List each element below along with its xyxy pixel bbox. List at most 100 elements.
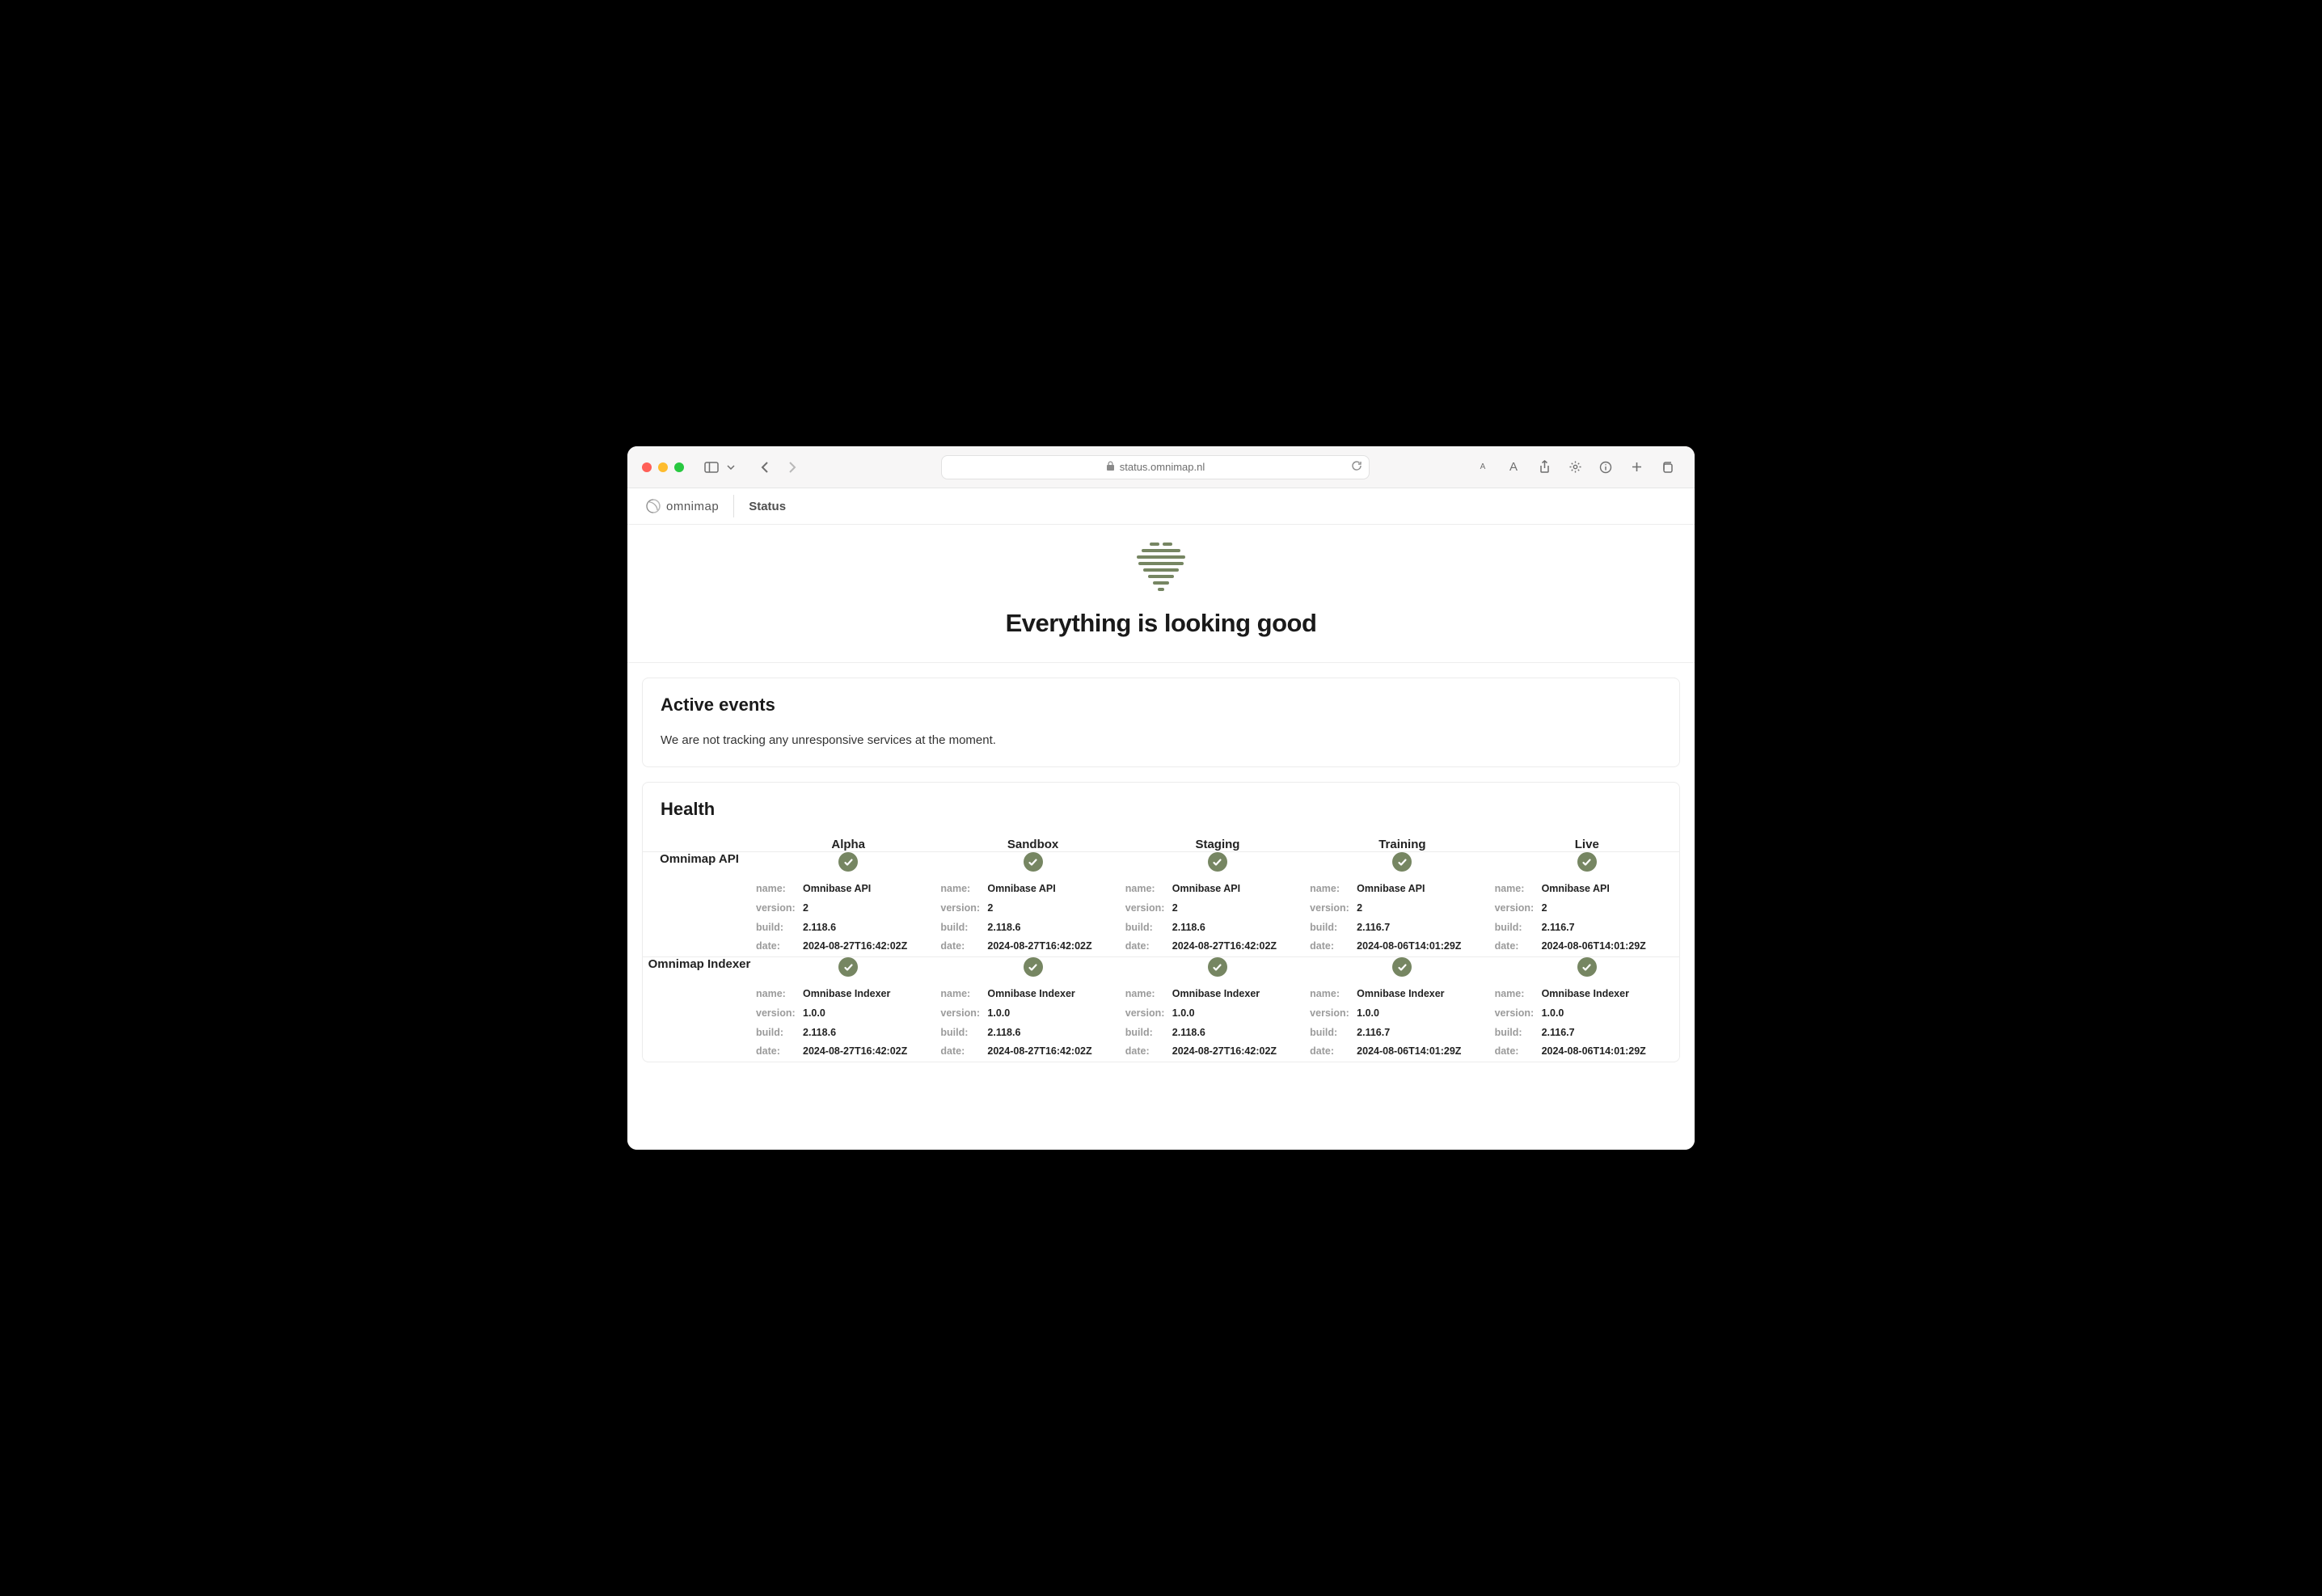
- value-date: 2024-08-27T16:42:02Z: [1172, 937, 1310, 956]
- reader-text-size-large-button[interactable]: A: [1501, 456, 1526, 479]
- label-version: version:: [940, 1004, 987, 1024]
- label-name: name:: [1495, 985, 1542, 1004]
- label-date: date:: [1125, 937, 1172, 956]
- label-date: date:: [756, 937, 803, 956]
- browser-titlebar: status.omnimap.nl A A: [627, 446, 1695, 488]
- header-divider: [733, 495, 734, 517]
- value-build: 2.118.6: [803, 1024, 940, 1043]
- value-date: 2024-08-27T16:42:02Z: [803, 937, 940, 956]
- env-header-live: Live: [1495, 838, 1679, 852]
- hero-section: Everything is looking good: [627, 525, 1695, 663]
- health-cell: name:Omnibase Indexerversion:1.0.0build:…: [1125, 957, 1310, 1062]
- value-name: Omnibase API: [1357, 880, 1494, 899]
- value-version: 2: [987, 899, 1125, 918]
- label-version: version:: [940, 899, 987, 918]
- value-date: 2024-08-06T14:01:29Z: [1357, 937, 1494, 956]
- label-name: name:: [756, 985, 803, 1004]
- label-name: name:: [1125, 880, 1172, 899]
- tab-overview-button[interactable]: [1654, 456, 1680, 479]
- value-name: Omnibase API: [1172, 880, 1310, 899]
- status-ok-icon: [1208, 852, 1227, 872]
- label-name: name:: [1310, 985, 1357, 1004]
- label-version: version:: [1495, 899, 1542, 918]
- label-build: build:: [1495, 918, 1542, 938]
- env-header-training: Training: [1310, 838, 1494, 852]
- value-version: 2: [803, 899, 940, 918]
- label-version: version:: [1125, 1004, 1172, 1024]
- label-build: build:: [1495, 1024, 1542, 1043]
- health-cell: name:Omnibase APIversion:2build:2.116.7d…: [1310, 852, 1494, 957]
- value-name: Omnibase API: [1542, 880, 1679, 899]
- health-cell: name:Omnibase APIversion:2build:2.116.7d…: [1495, 852, 1679, 957]
- label-name: name:: [940, 985, 987, 1004]
- app-header: omnimap Status: [627, 488, 1695, 525]
- lock-icon: [1106, 461, 1115, 474]
- value-date: 2024-08-27T16:42:02Z: [803, 1042, 940, 1062]
- health-table: Alpha Sandbox Staging Training Live Omni…: [643, 838, 1679, 1062]
- heart-pulse-icon: [1130, 543, 1192, 594]
- nav-forward-button[interactable]: [781, 456, 804, 479]
- status-ok-icon: [1024, 852, 1043, 872]
- value-date: 2024-08-27T16:42:02Z: [1172, 1042, 1310, 1062]
- share-button[interactable]: [1531, 456, 1557, 479]
- settings-gear-icon[interactable]: [1562, 456, 1588, 479]
- env-header-staging: Staging: [1125, 838, 1310, 852]
- active-events-card: Active events We are not tracking any un…: [642, 678, 1680, 767]
- window-minimize-button[interactable]: [658, 462, 668, 472]
- status-ok-icon: [838, 957, 858, 977]
- label-name: name:: [1495, 880, 1542, 899]
- value-date: 2024-08-06T14:01:29Z: [1357, 1042, 1494, 1062]
- label-date: date:: [940, 937, 987, 956]
- label-version: version:: [1310, 899, 1357, 918]
- value-build: 2.116.7: [1357, 918, 1494, 938]
- label-name: name:: [940, 880, 987, 899]
- hero-title: Everything is looking good: [627, 609, 1695, 638]
- value-version: 1.0.0: [803, 1004, 940, 1024]
- value-build: 2.118.6: [987, 1024, 1125, 1043]
- window-fullscreen-button[interactable]: [674, 462, 684, 472]
- label-date: date:: [1310, 937, 1357, 956]
- value-date: 2024-08-27T16:42:02Z: [987, 1042, 1125, 1062]
- brand-logo[interactable]: omnimap: [645, 498, 719, 514]
- health-cell: name:Omnibase Indexerversion:1.0.0build:…: [756, 957, 940, 1062]
- env-header-sandbox: Sandbox: [940, 838, 1125, 852]
- nav-back-button[interactable]: [754, 456, 776, 479]
- reload-button[interactable]: [1351, 460, 1362, 474]
- value-version: 2: [1172, 899, 1310, 918]
- new-tab-button[interactable]: [1623, 456, 1649, 479]
- address-bar[interactable]: status.omnimap.nl: [941, 455, 1370, 479]
- info-icon[interactable]: [1593, 456, 1619, 479]
- label-date: date:: [1495, 1042, 1542, 1062]
- health-card: Health Alpha Sandbox Staging Training Li…: [642, 782, 1680, 1062]
- sidebar-menu-chevron-icon[interactable]: [724, 456, 737, 479]
- value-date: 2024-08-06T14:01:29Z: [1542, 937, 1679, 956]
- label-build: build:: [940, 918, 987, 938]
- label-name: name:: [1125, 985, 1172, 1004]
- active-events-heading: Active events: [661, 695, 1661, 716]
- label-build: build:: [1125, 918, 1172, 938]
- label-version: version:: [1495, 1004, 1542, 1024]
- reader-text-size-small-button[interactable]: A: [1470, 456, 1496, 479]
- label-date: date:: [940, 1042, 987, 1062]
- env-header-alpha: Alpha: [756, 838, 940, 852]
- status-ok-icon: [1392, 852, 1412, 872]
- label-date: date:: [1125, 1042, 1172, 1062]
- health-cell: name:Omnibase Indexerversion:1.0.0build:…: [940, 957, 1125, 1062]
- label-date: date:: [756, 1042, 803, 1062]
- value-version: 1.0.0: [987, 1004, 1125, 1024]
- browser-window: status.omnimap.nl A A: [627, 446, 1695, 1150]
- window-controls: [642, 462, 684, 472]
- value-build: 2.118.6: [1172, 918, 1310, 938]
- sidebar-toggle-button[interactable]: [700, 456, 723, 479]
- value-name: Omnibase Indexer: [1172, 985, 1310, 1004]
- window-close-button[interactable]: [642, 462, 652, 472]
- health-row: Omnimap Indexername:Omnibase Indexervers…: [643, 957, 1679, 1062]
- status-ok-icon: [1577, 957, 1597, 977]
- value-name: Omnibase Indexer: [803, 985, 940, 1004]
- label-version: version:: [756, 1004, 803, 1024]
- health-cell: name:Omnibase APIversion:2build:2.118.6d…: [1125, 852, 1310, 957]
- page-content: Everything is looking good Active events…: [627, 525, 1695, 1150]
- status-ok-icon: [838, 852, 858, 872]
- brand-mark-icon: [645, 498, 661, 514]
- value-name: Omnibase API: [987, 880, 1125, 899]
